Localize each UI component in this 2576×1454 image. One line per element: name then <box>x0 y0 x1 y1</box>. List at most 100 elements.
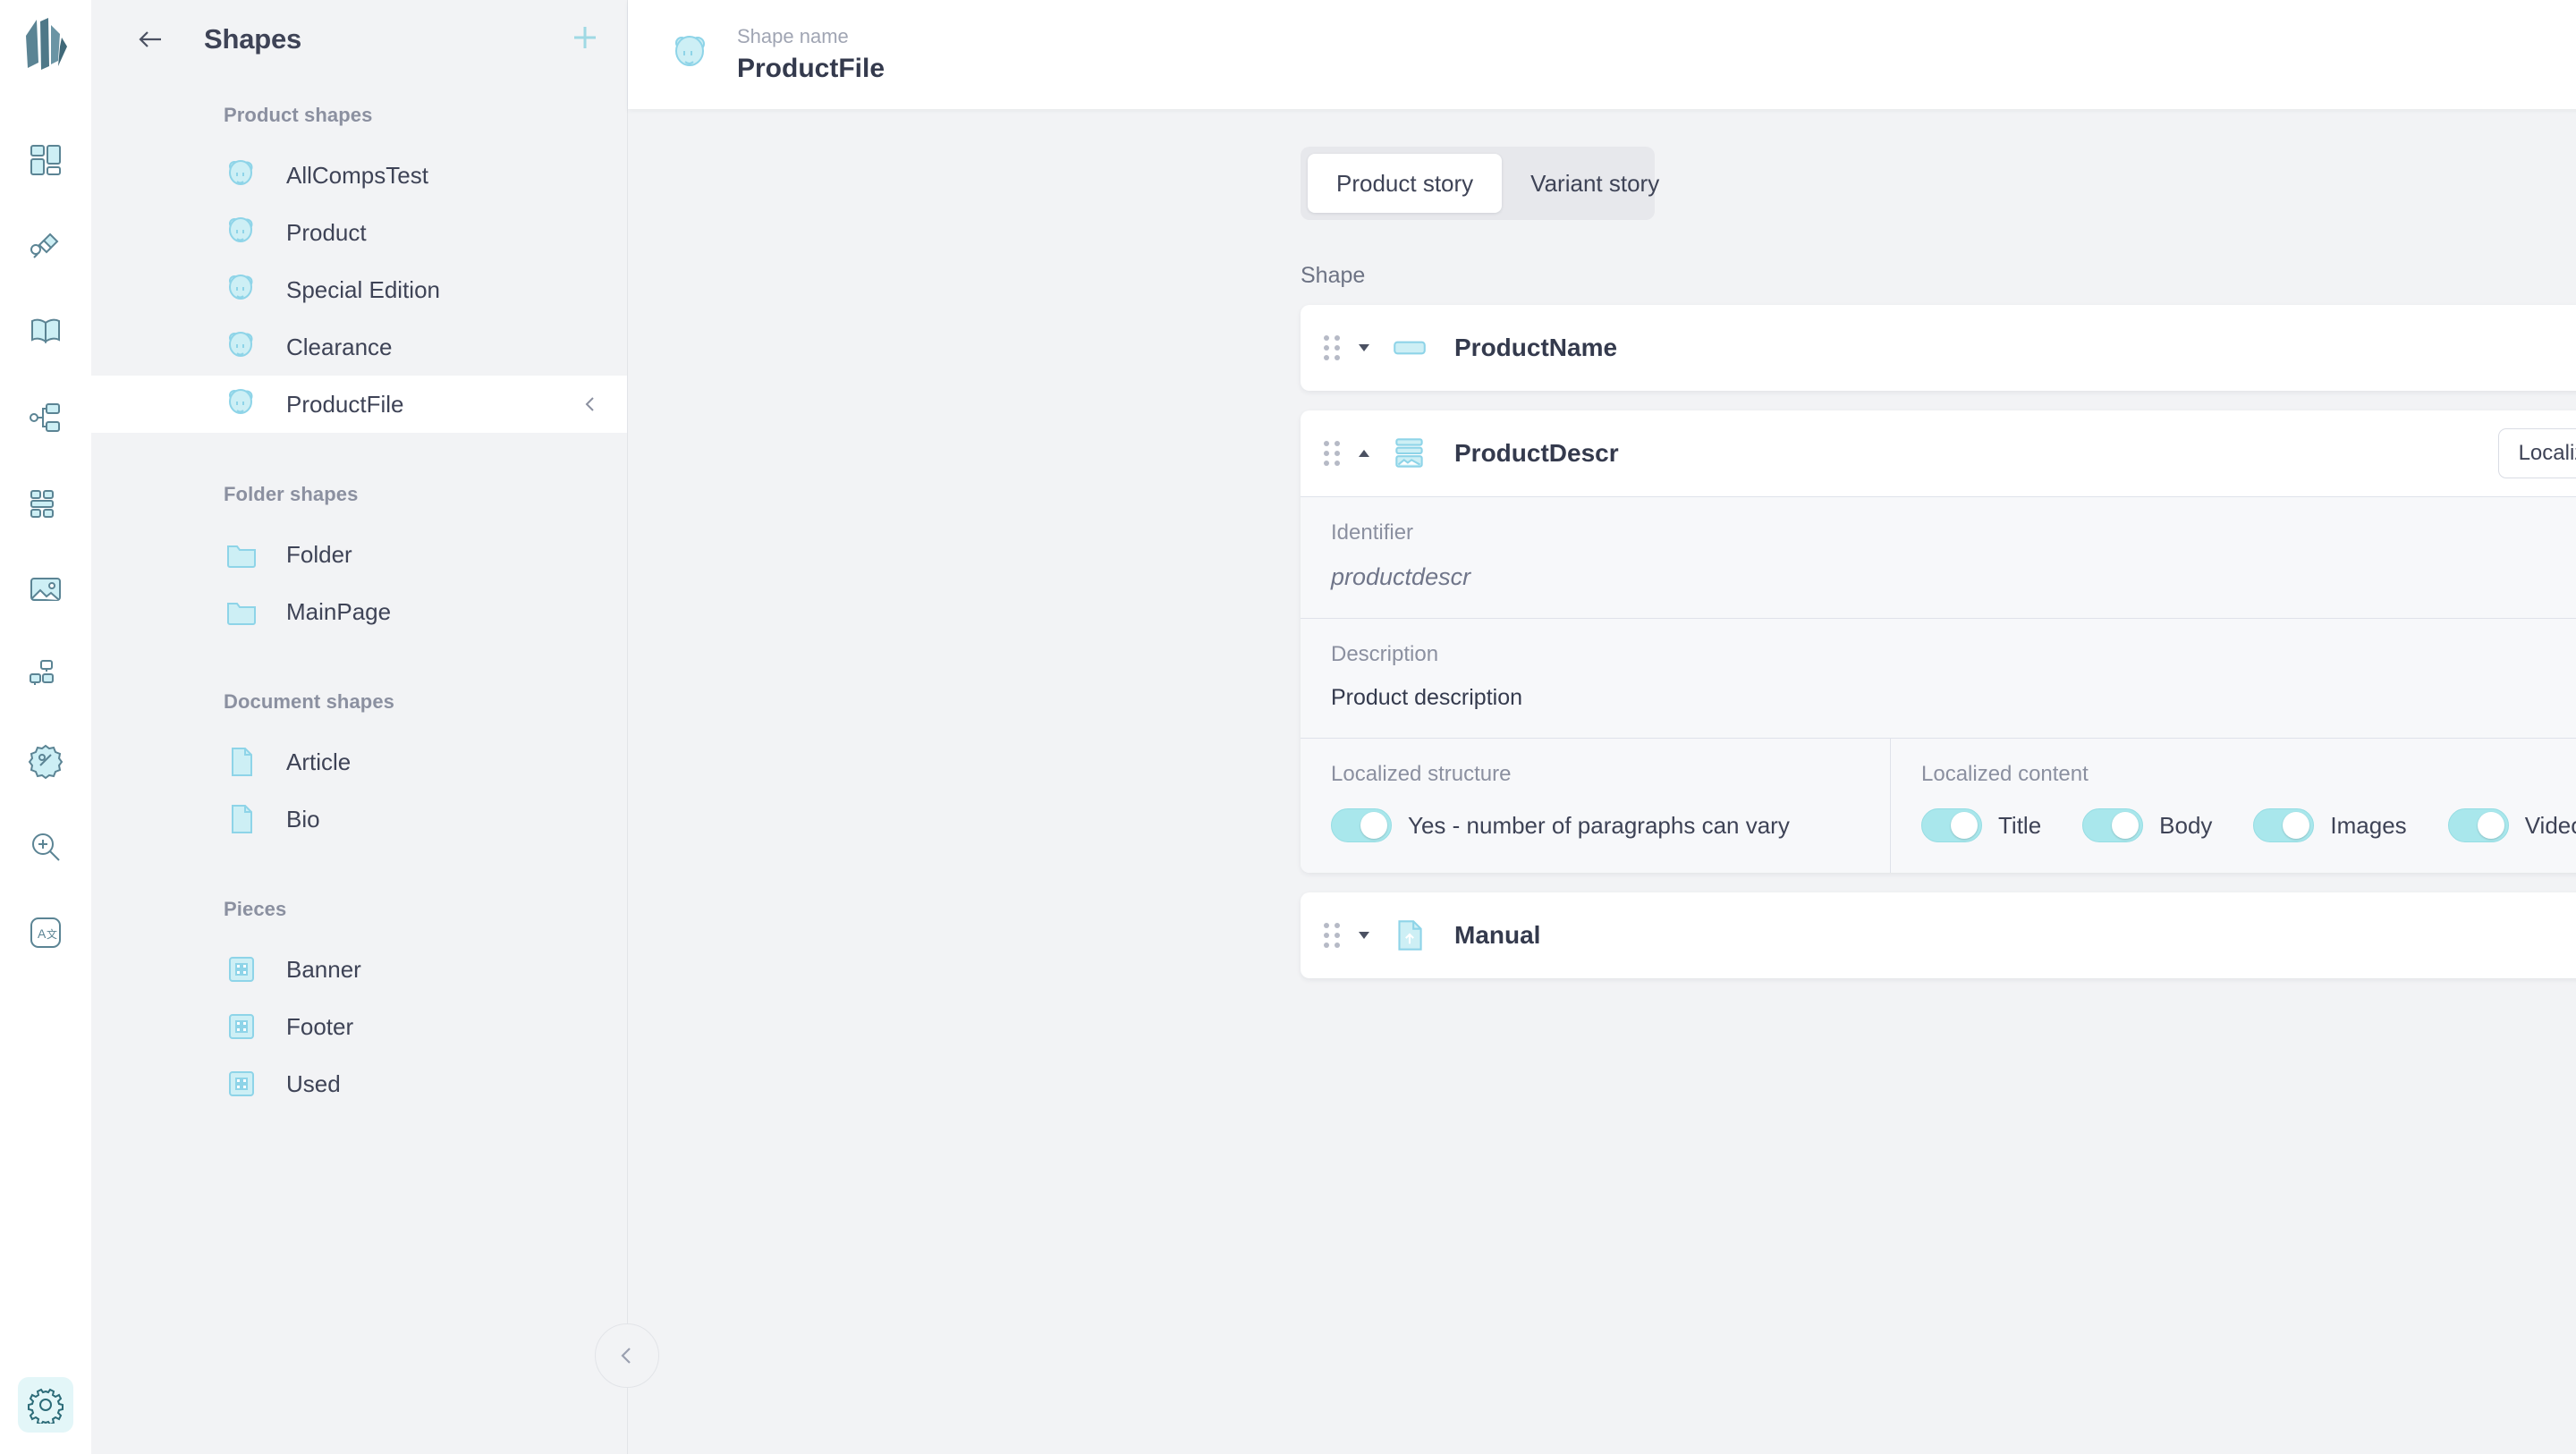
single-line-icon <box>1390 328 1429 368</box>
sidebar-collapse-button[interactable] <box>595 1323 659 1388</box>
chevron-left-icon <box>621 1348 631 1364</box>
bear-shape-icon <box>224 272 259 308</box>
shapes-sidebar: Shapes Product shapes AllCompsTest Product… <box>91 0 659 1454</box>
caret-up-icon[interactable] <box>1356 445 1372 461</box>
tab-variant-story[interactable]: Variant story <box>1502 154 1688 213</box>
sidebar-item-special-edition[interactable]: Special Edition <box>91 261 627 318</box>
caret-down-icon[interactable] <box>1356 927 1372 943</box>
field-header[interactable]: ProductNameLocalized <box>1301 305 2576 391</box>
sidebar-group-label: Folder shapes <box>224 483 359 505</box>
tabs-wrapper: Product story Variant story <box>628 147 2576 220</box>
toggle-knob <box>1951 812 1978 839</box>
sidebar-item-used[interactable]: Used <box>91 1055 627 1112</box>
description-section: DescriptionProduct description╱ <box>1301 618 2576 738</box>
sidebar-item-integrations[interactable] <box>18 218 73 274</box>
toggle-videos[interactable] <box>2447 808 2509 842</box>
sidebar-item-settings[interactable] <box>18 1377 73 1433</box>
arrow-left-icon <box>139 31 161 47</box>
plus-icon <box>574 26 596 48</box>
sidebar-item-footer[interactable]: Footer <box>91 998 627 1055</box>
sidebar-list: Product shapes AllCompsTest Product Special… <box>91 79 627 1454</box>
svg-text:文: 文 <box>47 927 57 941</box>
add-shape-button[interactable] <box>570 22 600 57</box>
sidebar-item-label: MainPage <box>286 597 392 625</box>
sidebar-item-topology[interactable] <box>18 390 73 445</box>
sidebar-item-label: Footer <box>286 1012 354 1040</box>
fields-list: ProductNameLocalized ProductDescr Localize… <box>628 305 2576 978</box>
field-name: Manual <box>1454 921 1541 949</box>
sidebar-item-discounts[interactable] <box>18 733 73 789</box>
caret-down-icon[interactable] <box>1356 340 1372 356</box>
center-column: Product story Variant story Shape Product… <box>628 109 2576 1454</box>
back-button[interactable] <box>131 20 170 59</box>
folder-shape-icon <box>224 537 259 572</box>
localized-content-toggle-group: Videos <box>2447 808 2576 842</box>
sidebar-item-bio[interactable]: Bio <box>91 790 627 848</box>
sidebar-item-label: AllCompsTest <box>286 161 428 189</box>
shape-name-value: ProductFile <box>737 54 886 83</box>
sidebar-item-media[interactable] <box>18 562 73 617</box>
bear-shape-icon <box>667 31 714 78</box>
toggle-images[interactable] <box>2253 808 2315 842</box>
icon-rail: A文 <box>0 0 91 1454</box>
document-shape-icon <box>224 744 259 780</box>
toggle-body[interactable] <box>2082 808 2144 842</box>
identifier-value[interactable]: productdescr <box>1331 563 2576 591</box>
drag-handle-icon[interactable] <box>1324 923 1343 948</box>
shape-meta: Shape name ProductFile <box>737 25 885 84</box>
field-badge[interactable]: Localized structure <box>2497 428 2576 478</box>
chevron-left-icon[interactable] <box>580 394 600 414</box>
toggle-title[interactable] <box>1921 808 1982 842</box>
tab-product-story[interactable]: Product story <box>1308 154 1503 213</box>
main-area: Shape name ProductFile Update Product st… <box>628 0 2576 1454</box>
sidebar-item-label: Used <box>286 1069 341 1097</box>
sidebar-item-search[interactable] <box>18 819 73 875</box>
crystal-logo[interactable] <box>19 16 72 82</box>
sidebar-item-article[interactable]: Article <box>91 733 627 790</box>
sidebar-item-allcompstest[interactable]: AllCompsTest <box>91 147 627 204</box>
sidebar-item-folder[interactable]: Folder <box>91 526 627 583</box>
toggle-label: Title <box>1998 811 2042 839</box>
field-card: Manual <box>1301 892 2576 978</box>
sidebar-item-productfile[interactable]: ProductFile <box>91 376 627 433</box>
drag-handle-icon[interactable] <box>1324 335 1343 360</box>
toggle-knob <box>2112 812 2140 839</box>
field-card: ProductNameLocalized <box>1301 305 2576 391</box>
sidebar-group-label: Document shapes <box>224 690 394 713</box>
rail-icon-list: A文 <box>18 132 73 960</box>
drag-handle-icon[interactable] <box>1324 441 1343 466</box>
sidebar-group-label: Product shapes <box>224 104 373 126</box>
shape-name-label: Shape name <box>737 25 849 47</box>
piece-shape-icon <box>224 951 259 987</box>
sidebar-item-structure[interactable] <box>18 647 73 703</box>
content-area: Product story Variant story Shape Product… <box>628 109 2576 1454</box>
field-header[interactable]: Manual <box>1301 892 2576 978</box>
sidebar-item-catalogue[interactable] <box>18 304 73 359</box>
localized-structure-col: Localized structure Yes - number of parag… <box>1301 739 1891 873</box>
description-value[interactable]: Product description <box>1331 685 2576 711</box>
rail-bottom <box>0 1377 91 1433</box>
piece-shape-icon <box>224 1066 259 1102</box>
sidebar-item-label: ProductFile <box>286 390 404 418</box>
sidebar-item-label: Banner <box>286 955 361 983</box>
localized-structure-toggle[interactable] <box>1331 808 1392 842</box>
sidebar-header: Shapes <box>91 0 627 79</box>
localized-content-toggle-group: Title <box>1921 808 2041 842</box>
shape-section-label: Shape <box>1301 263 1366 288</box>
field-header[interactable]: ProductDescr Localized structure <box>1301 410 2576 496</box>
field-name: ProductDescr <box>1454 439 1619 467</box>
sidebar-item-grids[interactable] <box>18 476 73 531</box>
piece-shape-icon <box>224 1009 259 1044</box>
toggle-knob <box>2477 812 2504 839</box>
sidebar-item-mainpage[interactable]: MainPage <box>91 583 627 640</box>
sidebar-item-translations[interactable]: A文 <box>18 905 73 960</box>
sidebar-item-clearance[interactable]: Clearance <box>91 318 627 376</box>
localized-content-label: Localized content <box>1921 762 2089 786</box>
bear-shape-icon <box>224 215 259 250</box>
sidebar-item-product[interactable]: Product <box>91 204 627 261</box>
sidebar-item-banner[interactable]: Banner <box>91 941 627 998</box>
toggles-row: Localized structure Yes - number of parag… <box>1301 738 2576 873</box>
sidebar-item-dashboard[interactable] <box>18 132 73 188</box>
